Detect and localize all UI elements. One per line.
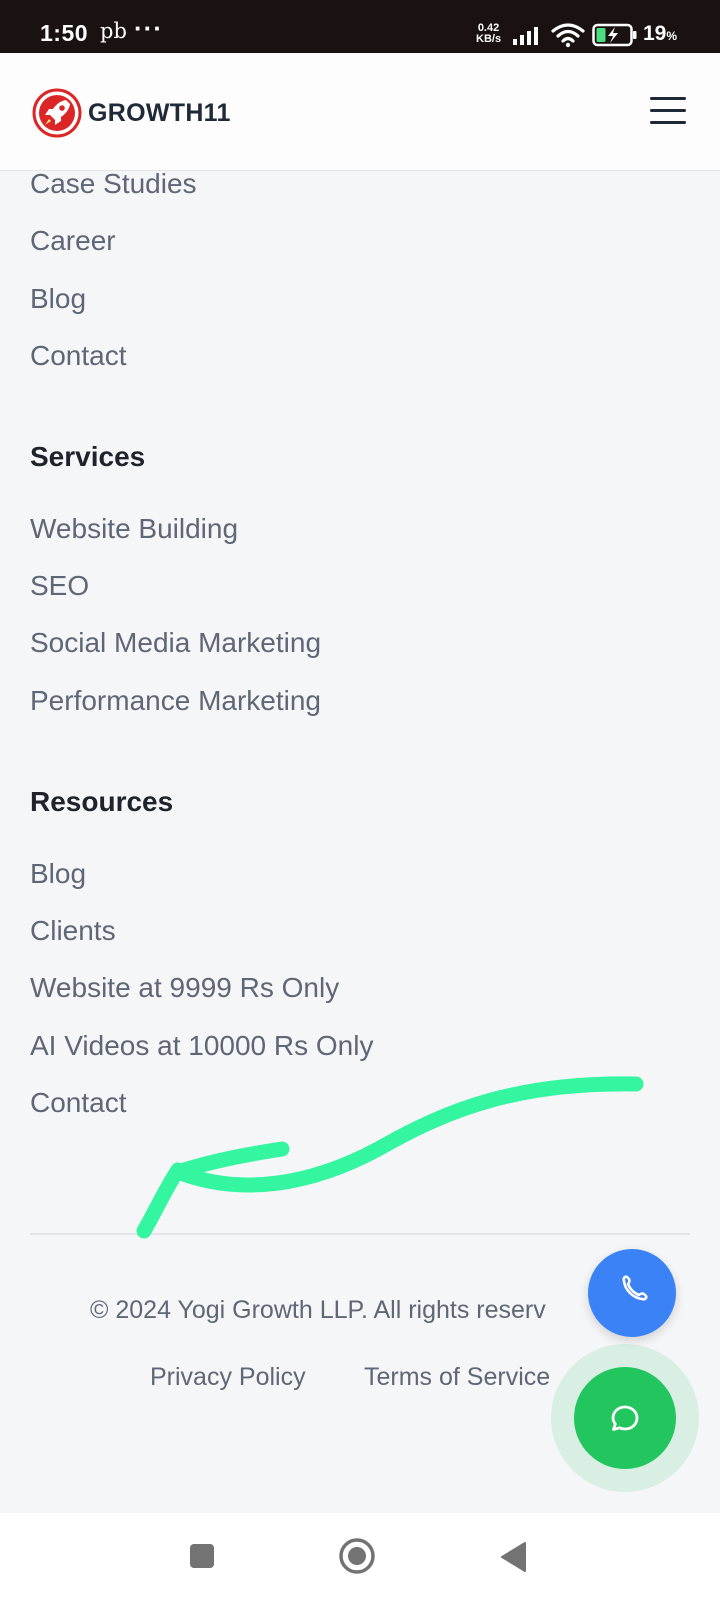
- call-button[interactable]: [588, 1249, 676, 1337]
- resources-heading: Resources: [30, 786, 174, 817]
- footer-link-website-building[interactable]: Website Building: [30, 513, 238, 545]
- copyright-text: © 2024 Yogi Growth LLP. All rights reser…: [90, 1296, 546, 1324]
- footer-link-ai-videos-offer[interactable]: AI Videos at 10000 Rs Only: [30, 1030, 373, 1062]
- status-time: 1:50: [40, 20, 89, 46]
- rocket-logo-icon: [32, 88, 82, 138]
- network-speed: 0.42 KB/s: [476, 23, 501, 45]
- system-nav-bar: [0, 1513, 720, 1600]
- back-icon[interactable]: [498, 1541, 528, 1573]
- footer-link-social-media-marketing[interactable]: Social Media Marketing: [30, 627, 321, 659]
- signal-icon: [513, 27, 538, 45]
- footer-link-website-offer[interactable]: Website at 9999 Rs Only: [30, 972, 339, 1004]
- site-header: GROWTH11: [0, 53, 720, 171]
- battery-percent-unit: %: [666, 29, 678, 43]
- wifi-icon: [551, 23, 585, 48]
- footer-link-seo[interactable]: SEO: [30, 570, 89, 602]
- more-notifications-icon: ···: [134, 13, 163, 43]
- recent-apps-icon[interactable]: [188, 1542, 216, 1570]
- chat-button[interactable]: [574, 1367, 676, 1469]
- logo-text: GROWTH11: [88, 98, 231, 127]
- hamburger-menu-icon[interactable]: [650, 97, 686, 127]
- footer-link-case-studies[interactable]: Case Studies: [30, 168, 197, 200]
- services-heading: Services: [30, 441, 146, 472]
- footer-divider: [30, 1233, 690, 1235]
- footer-link-performance-marketing[interactable]: Performance Marketing: [30, 685, 321, 717]
- battery-charging-icon: [592, 23, 637, 47]
- home-icon[interactable]: [338, 1537, 376, 1575]
- footer-link-contact[interactable]: Contact: [30, 340, 127, 372]
- status-bar: 1:50 pb ··· 0.42 KB/s 19%: [0, 0, 720, 53]
- carrier-label: pb: [100, 19, 127, 43]
- footer-link-clients[interactable]: Clients: [30, 915, 116, 947]
- footer-link-resources-blog[interactable]: Blog: [30, 858, 86, 890]
- footer-link-resources-contact[interactable]: Contact: [30, 1087, 127, 1119]
- terms-of-service-link[interactable]: Terms of Service: [364, 1363, 550, 1392]
- chat-bubble-icon: [611, 1405, 639, 1431]
- phone-icon: [622, 1275, 648, 1301]
- network-speed-unit: KB/s: [476, 33, 502, 45]
- privacy-policy-link[interactable]: Privacy Policy: [150, 1363, 306, 1392]
- footer-link-career[interactable]: Career: [30, 225, 116, 257]
- footer-link-blog[interactable]: Blog: [30, 283, 86, 315]
- site-logo[interactable]: GROWTH11: [32, 88, 231, 138]
- battery-percent: 19%: [643, 22, 677, 46]
- battery-percent-value: 19: [643, 22, 667, 45]
